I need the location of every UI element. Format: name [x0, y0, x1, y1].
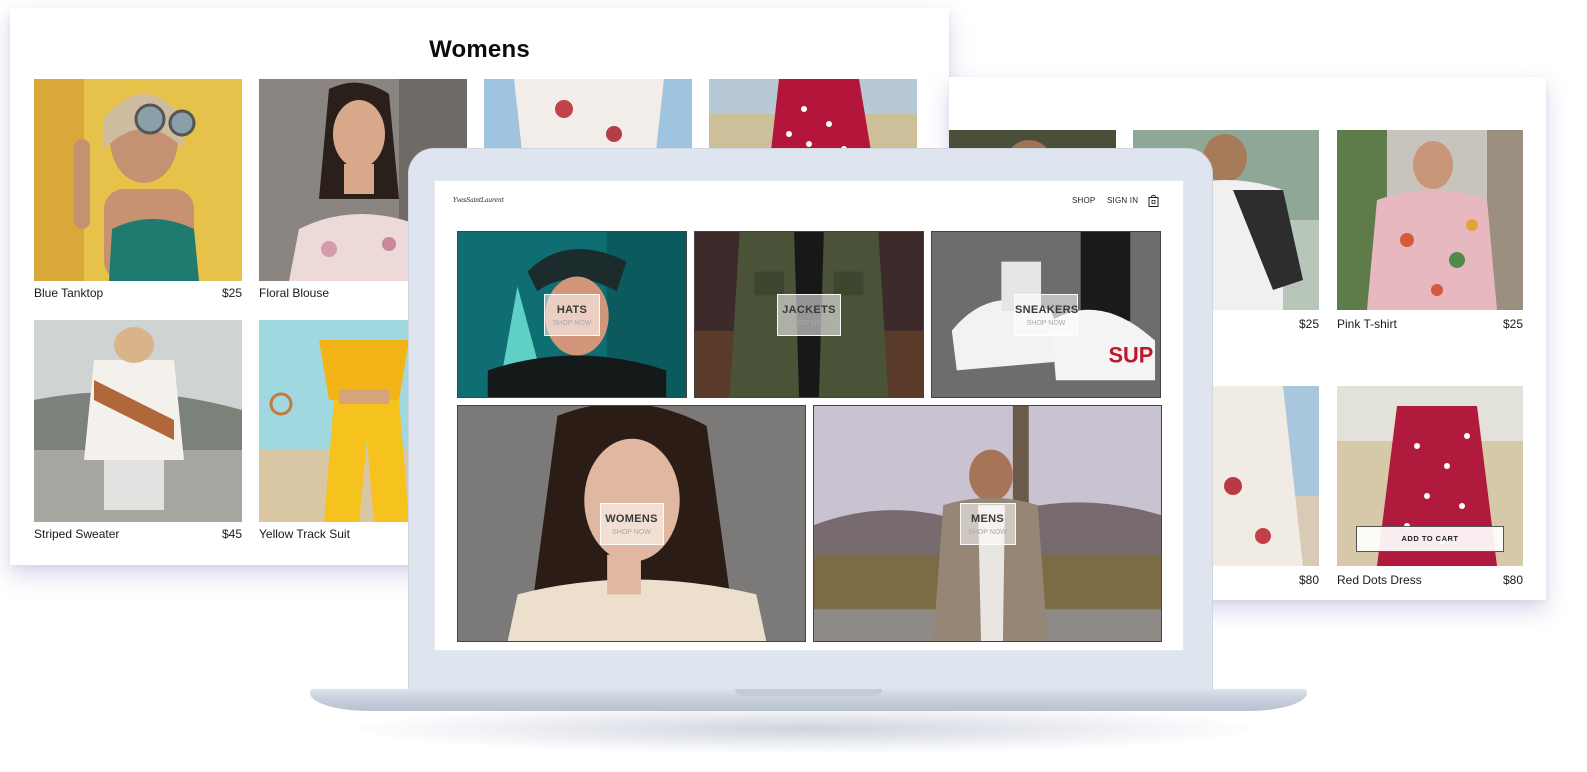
tile-title: MENS — [971, 512, 1004, 525]
page-title: Womens — [429, 36, 530, 63]
tile-label: WOMENS SHOP NOW — [599, 502, 664, 545]
laptop-screen: YvesSaintLaurent SHOP SIGN IN HATS SHOP … — [434, 180, 1184, 651]
product-name[interactable]: Floral Blouse — [259, 286, 329, 300]
tile-title: WOMENS — [605, 512, 658, 525]
product-image[interactable] — [34, 79, 242, 281]
category-tile-jackets[interactable]: JACKETS SHOP NOW — [694, 231, 924, 398]
product-price: $25 — [1298, 317, 1319, 331]
tile-label: HATS SHOP NOW — [544, 293, 600, 336]
product-price: $25 — [1502, 317, 1523, 331]
brand-logo[interactable]: YvesSaintLaurent — [453, 197, 504, 204]
shop-now-link[interactable]: SHOP NOW — [961, 529, 1015, 536]
product-name[interactable]: Yellow Track Suit — [259, 527, 350, 541]
nav-shop-link[interactable]: SHOP — [1072, 196, 1095, 205]
tile-title: HATS — [556, 303, 588, 316]
add-to-cart-button[interactable]: ADD TO CART — [1356, 526, 1504, 552]
shop-now-link[interactable]: SHOP NOW — [545, 320, 599, 327]
shop-now-link[interactable]: SHOP NOW — [601, 529, 663, 536]
svg-text:SUP: SUP — [1108, 342, 1153, 367]
tile-label: MENS SHOP NOW — [959, 502, 1016, 545]
laptop-notch — [735, 689, 882, 696]
product-name[interactable]: Blue Tanktop — [34, 286, 103, 300]
tile-label: JACKETS SHOP NOW — [777, 293, 841, 336]
nav-sign-in-link[interactable]: SIGN IN — [1107, 196, 1138, 205]
category-tile-mens[interactable]: MENS SHOP NOW — [813, 405, 1162, 642]
shopping-bag-icon[interactable] — [1148, 194, 1159, 207]
product-card[interactable]: Striped Sweater $45 — [34, 320, 242, 550]
product-price: $45 — [221, 527, 242, 541]
category-tile-hats[interactable]: HATS SHOP NOW — [457, 231, 687, 398]
product-price: $80 — [1502, 573, 1523, 587]
tile-title: SNEAKERS — [1015, 303, 1079, 316]
tile-label: SNEAKERS SHOP NOW — [1014, 293, 1079, 336]
product-card[interactable]: ADD TO CART Red Dots Dress $80 — [1337, 386, 1523, 587]
product-name[interactable]: Red Dots Dress — [1337, 573, 1422, 587]
product-image[interactable] — [34, 320, 242, 522]
laptop-shadow — [360, 705, 1250, 753]
product-price: $25 — [221, 286, 242, 300]
shop-now-link[interactable]: SHOP NOW — [1015, 320, 1077, 327]
product-image[interactable]: ADD TO CART — [1337, 386, 1523, 566]
product-name[interactable]: Pink T-shirt — [1337, 317, 1397, 331]
product-card[interactable]: Blue Tanktop $25 — [34, 79, 242, 309]
shop-now-link[interactable]: SHOP NOW — [778, 320, 840, 327]
product-name[interactable]: Striped Sweater — [34, 527, 119, 541]
category-tile-womens[interactable]: WOMENS SHOP NOW — [457, 405, 806, 642]
product-card[interactable]: Pink T-shirt $25 — [1337, 130, 1523, 331]
category-tile-sneakers[interactable]: SUP SNEAKERS SHOP NOW — [931, 231, 1161, 398]
product-image[interactable] — [1337, 130, 1523, 310]
product-price: $80 — [1298, 573, 1319, 587]
tile-title: JACKETS — [782, 303, 836, 316]
